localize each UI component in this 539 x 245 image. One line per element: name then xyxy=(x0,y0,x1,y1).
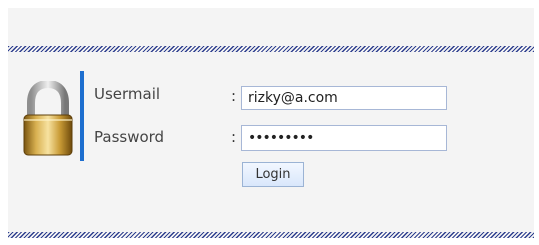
password-label: Password xyxy=(94,128,165,146)
bottom-divider xyxy=(8,232,534,238)
lock-icon xyxy=(23,81,73,156)
accent-bar xyxy=(80,71,84,161)
login-button[interactable]: Login xyxy=(242,162,304,187)
usermail-label: Usermail xyxy=(94,85,161,103)
usermail-input[interactable] xyxy=(241,86,447,110)
usermail-colon: : xyxy=(231,87,237,105)
top-divider xyxy=(8,46,534,52)
login-panel: Usermail : Password : Login xyxy=(8,8,534,238)
password-colon: : xyxy=(231,128,237,146)
password-input[interactable] xyxy=(241,125,447,151)
